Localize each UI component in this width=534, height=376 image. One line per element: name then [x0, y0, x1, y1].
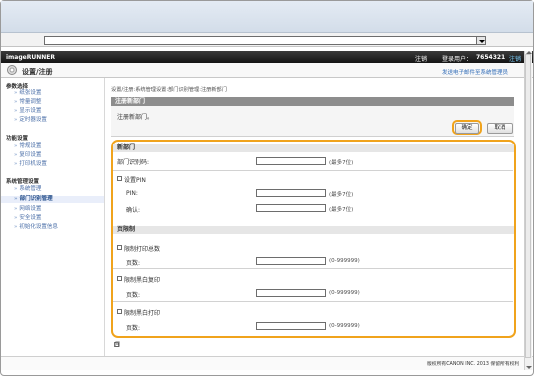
sidebar-item-adjustment[interactable]: 常量调整 [14, 99, 41, 106]
logout-link-right[interactable]: 注销 [509, 54, 521, 63]
cancel-button[interactable]: 取消 [487, 123, 513, 134]
confirm-pin-label: 确认: [126, 207, 141, 214]
pin-checkbox[interactable] [117, 176, 122, 181]
copyright: 版权所有CANON INC. 2013 保留所有权利 [427, 362, 520, 367]
sidebar-item-department-id[interactable]: 部门识别管理 [1, 196, 104, 203]
sidebar-item-general[interactable]: 常规设置 [14, 143, 41, 150]
limit-bw-copy-pages-label: 页数: [126, 292, 141, 299]
limit-bw-copy-input[interactable] [256, 289, 326, 297]
ok-button[interactable]: 确定 [455, 123, 479, 134]
sidebar-item-paper[interactable]: 纸张设置 [14, 90, 41, 97]
chevron-down-icon[interactable] [476, 36, 486, 45]
page-limit-section: 页限制 [113, 226, 514, 234]
dept-id-input[interactable] [256, 157, 326, 165]
dialog-heading: 注册新部门 [111, 97, 514, 106]
sidebar-item-system-management[interactable]: 系统管理 [14, 186, 41, 193]
sidebar-group-functions: 功能设置 [6, 136, 29, 142]
limit-bw-print-checkbox[interactable] [117, 309, 122, 314]
address-input[interactable] [44, 36, 486, 45]
confirm-pin-hint: (最多7位) [329, 207, 354, 213]
browser-toolbar [1, 1, 533, 33]
sidebar-group-system: 系统管理设置 [6, 179, 40, 185]
page-anchor-icon[interactable]: 回 [114, 342, 120, 348]
form-divider [113, 268, 513, 269]
new-department-section: 新部门 [113, 144, 514, 152]
limit-total-print-input[interactable] [256, 257, 326, 265]
dept-id-hint: (最多7位) [329, 160, 354, 166]
limit-bw-print-pages-label: 页数: [126, 325, 141, 332]
confirm-pin-input[interactable] [256, 204, 326, 212]
brand-logo: imageRUNNER [6, 54, 55, 61]
email-admin-link[interactable]: 发送电子邮件至系统管理员 [442, 68, 508, 76]
login-user-label: 登录用户： [442, 56, 473, 63]
limit-bw-print-hint: (0-999999) [329, 323, 360, 329]
pin-checkbox-label: 设置PIN [124, 177, 146, 184]
scroll-down-icon[interactable] [526, 366, 532, 369]
form-divider [113, 301, 513, 302]
sidebar-item-initialize[interactable]: 初始化设置信息 [14, 224, 58, 231]
dialog-message: 注册新部门。 [117, 114, 154, 121]
limit-total-print-hint: (0-999999) [329, 258, 360, 264]
app-header: imageRUNNER 注销 登录用户： 7654321 注销 [1, 51, 533, 63]
sidebar-item-security[interactable]: 安全设置 [14, 215, 41, 222]
scrollbar-thumb[interactable] [525, 54, 531, 358]
limit-bw-copy-hint: (0-999999) [329, 290, 360, 296]
dept-id-label: 部门识别码: [117, 159, 150, 166]
limit-bw-copy-label: 限制黑白复印 [124, 277, 161, 284]
limit-bw-print-label: 限制黑白打印 [124, 310, 161, 317]
logout-link-left[interactable]: 注销 [415, 54, 427, 63]
pin-label: PIN: [126, 190, 138, 197]
sidebar-item-network[interactable]: 网络设置 [14, 206, 41, 213]
login-user-name: 7654321 [476, 54, 506, 61]
gear-icon [7, 65, 17, 75]
sidebar-group-preferences: 参数选择 [6, 84, 29, 90]
pin-input[interactable] [256, 189, 326, 197]
sidebar-item-printer[interactable]: 打印机设置 [14, 161, 47, 168]
sidebar-item-display[interactable]: 显示设置 [14, 108, 41, 115]
limit-total-print-pages-label: 页数: [126, 260, 141, 267]
limit-total-print-label: 限制打印总数 [124, 246, 161, 253]
page-title: 设置/注册 [22, 68, 53, 76]
limit-total-print-checkbox[interactable] [117, 245, 122, 250]
form-divider [113, 170, 513, 171]
breadcrumb: 设置/注册:系统管理设置:部门识别管理:注册新部门 [111, 87, 227, 93]
pin-hint: (最多7位) [329, 192, 354, 198]
scroll-up-icon[interactable] [526, 51, 532, 54]
limit-bw-print-input[interactable] [256, 322, 326, 330]
sidebar-item-timer[interactable]: 定时器设置 [14, 117, 47, 124]
limit-bw-copy-checkbox[interactable] [117, 276, 122, 281]
sidebar-item-copy[interactable]: 复印设置 [14, 152, 41, 159]
